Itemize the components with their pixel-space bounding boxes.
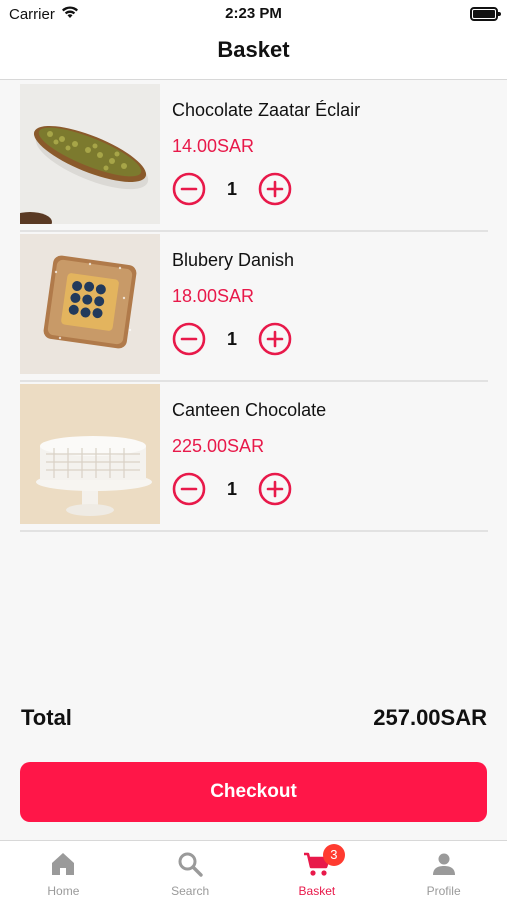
decrease-quantity-button[interactable] (172, 472, 206, 506)
minus-circle-icon (172, 472, 206, 506)
basket-list: Chocolate Zaatar Éclair 14.00SAR 1 Blube… (20, 82, 488, 532)
basket-item: Chocolate Zaatar Éclair 14.00SAR 1 (20, 82, 488, 232)
checkout-button[interactable]: Checkout (20, 762, 487, 822)
eclair-photo (20, 84, 160, 224)
cart-count-badge: 3 (322, 844, 345, 866)
home-icon (49, 850, 77, 878)
decrease-quantity-button[interactable] (172, 172, 206, 206)
tab-profile[interactable]: Profile (380, 841, 507, 900)
decrease-quantity-button[interactable] (172, 322, 206, 356)
minus-circle-icon (172, 172, 206, 206)
item-price: 225.00SAR (172, 436, 265, 456)
total-label: Total (21, 705, 72, 730)
page-title: Basket (217, 37, 290, 62)
total-row: Total 257.00SAR (21, 705, 487, 735)
minus-circle-icon (172, 322, 206, 356)
search-icon (176, 850, 204, 878)
total-value: 257.00SAR (373, 705, 487, 730)
item-name: Canteen Chocolate (172, 400, 327, 420)
item-price: 14.00SAR (172, 136, 255, 156)
quantity-value: 1 (226, 479, 237, 499)
status-time: 2:23 PM (225, 5, 282, 22)
basket-item: Blubery Danish 18.00SAR 1 (20, 232, 488, 382)
status-bar: Carrier 2:23 PM (0, 0, 507, 28)
quantity-stepper: 1 (172, 322, 292, 356)
tab-label: Home (47, 884, 80, 898)
increase-quantity-button[interactable] (258, 472, 292, 506)
tab-search[interactable]: Search (127, 841, 254, 900)
item-name: Blubery Danish (172, 250, 295, 270)
battery-icon (470, 7, 501, 21)
quantity-value: 1 (226, 329, 237, 349)
tab-basket[interactable]: 3 Basket (254, 841, 381, 900)
plus-circle-icon (258, 172, 292, 206)
quantity-stepper: 1 (172, 472, 292, 506)
tab-label: Basket (298, 884, 336, 898)
basket-screen: Carrier 2:23 PM Basket Chocolate Zaatar … (0, 0, 507, 900)
plus-circle-icon (258, 472, 292, 506)
quantity-stepper: 1 (172, 172, 292, 206)
tab-bar: Home Search 3 Basket Profile (0, 840, 507, 900)
item-name: Chocolate Zaatar Éclair (172, 100, 361, 120)
cake-photo (20, 384, 160, 524)
tab-label: Profile (426, 884, 461, 898)
tab-label: Search (171, 884, 210, 898)
tab-home[interactable]: Home (0, 841, 127, 900)
basket-item: Canteen Chocolate 225.00SAR 1 (20, 382, 488, 532)
danish-photo (20, 234, 160, 374)
quantity-value: 1 (226, 179, 237, 199)
person-icon (430, 850, 458, 878)
item-price: 18.00SAR (172, 286, 255, 306)
increase-quantity-button[interactable] (258, 322, 292, 356)
increase-quantity-button[interactable] (258, 172, 292, 206)
plus-circle-icon (258, 322, 292, 356)
navigation-bar: Basket (0, 28, 507, 80)
